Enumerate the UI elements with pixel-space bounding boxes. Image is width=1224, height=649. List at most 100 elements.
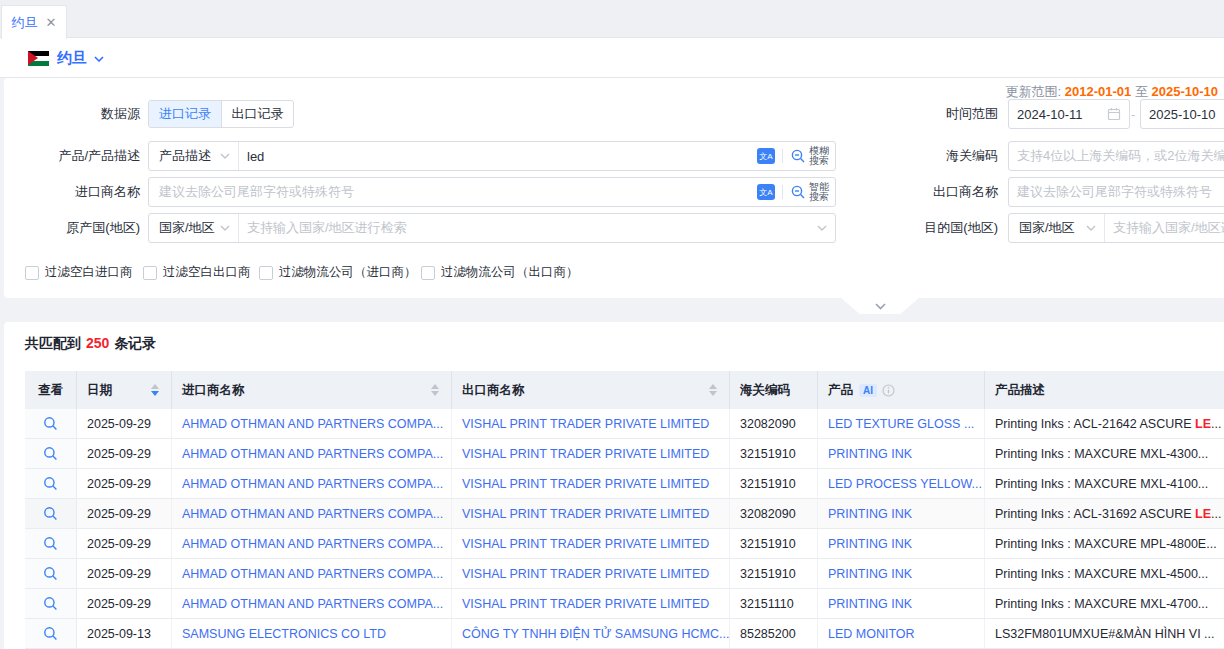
view-button[interactable]: [25, 439, 77, 468]
product-link[interactable]: LED PROCESS YELLOW...: [828, 477, 982, 491]
view-magnifier-icon[interactable]: [43, 416, 58, 431]
view-magnifier-icon[interactable]: [43, 536, 58, 551]
importer-link[interactable]: AHMAD OTHMAN AND PARTNERS COMPA...: [182, 597, 443, 611]
product-link[interactable]: PRINTING INK: [828, 507, 912, 521]
filter-logistics-importer-checkbox[interactable]: 过滤物流公司（进口商）: [259, 264, 417, 281]
exporter-link[interactable]: VISHAL PRINT TRADER PRIVATE LIMITED: [462, 507, 709, 521]
view-button[interactable]: [25, 589, 77, 618]
start-date-value: 2024-10-11: [1017, 107, 1083, 122]
exporter-cell: VISHAL PRINT TRADER PRIVATE LIMITED: [452, 409, 730, 438]
importer-cell: AHMAD OTHMAN AND PARTNERS COMPA...: [172, 439, 452, 468]
translate-icon[interactable]: 文A: [757, 148, 775, 164]
origin-search-input[interactable]: 支持输入国家/地区进行检索: [239, 219, 811, 237]
tab-close-icon[interactable]: ✕: [46, 16, 57, 29]
translate-icon[interactable]: 文A: [757, 184, 775, 200]
calendar-icon: [1107, 107, 1121, 121]
destination-country-select[interactable]: 国家/地区: [1009, 214, 1105, 242]
product-type-select[interactable]: 产品描述: [149, 142, 239, 170]
hs-code-cell: 32151910: [730, 439, 818, 468]
exporter-link[interactable]: VISHAL PRINT TRADER PRIVATE LIMITED: [462, 417, 709, 431]
export-records-button[interactable]: 出口记录: [221, 101, 293, 127]
fuzzy-search-icon[interactable]: [790, 148, 806, 164]
column-header-exporter[interactable]: 出口商名称: [452, 371, 730, 409]
import-records-button[interactable]: 进口记录: [149, 101, 221, 127]
update-range-label: 更新范围:: [1006, 84, 1062, 99]
column-header-hs-code: 海关编码: [730, 371, 818, 409]
origin-country-select[interactable]: 国家/地区: [149, 214, 239, 242]
filter-blank-exporter-checkbox[interactable]: 过滤空白出口商: [143, 264, 251, 281]
exporter-link[interactable]: CÔNG TY TNHH ĐIỆN TỬ SAMSUNG HCMC...: [462, 627, 729, 641]
origin-label: 原产国(地区): [4, 219, 140, 237]
chevron-down-icon[interactable]: [94, 56, 104, 62]
view-magnifier-icon[interactable]: [43, 476, 58, 491]
product-type-value: 产品描述: [159, 147, 211, 165]
view-magnifier-icon[interactable]: [43, 446, 58, 461]
description-cell: Printing Inks : MAXCURE MXL-4700...: [985, 589, 1224, 618]
exporter-link[interactable]: VISHAL PRINT TRADER PRIVATE LIMITED: [462, 597, 709, 611]
info-icon[interactable]: [882, 384, 895, 397]
fuzzy-search-button[interactable]: 模糊搜索: [809, 146, 829, 166]
product-link[interactable]: PRINTING INK: [828, 447, 912, 461]
tab-jordan[interactable]: 约旦 ✕: [1, 5, 67, 39]
view-button[interactable]: [25, 409, 77, 438]
hs-code-cell: 32151110: [730, 589, 818, 618]
sort-icons[interactable]: [151, 384, 161, 396]
exporter-link[interactable]: VISHAL PRINT TRADER PRIVATE LIMITED: [462, 567, 709, 581]
product-cell: LED MONITOR: [818, 619, 985, 648]
view-magnifier-icon[interactable]: [43, 626, 58, 641]
destination-search-input[interactable]: 支持输入国家/地区进行检索: [1105, 219, 1224, 237]
view-button[interactable]: [25, 499, 77, 528]
exporter-cell: VISHAL PRINT TRADER PRIVATE LIMITED: [452, 559, 730, 588]
highlight-text: LE: [1195, 507, 1211, 521]
table-row: 2025-09-29AHMAD OTHMAN AND PARTNERS COMP…: [25, 439, 1224, 469]
filter-blank-importer-checkbox[interactable]: 过滤空白进口商: [25, 264, 133, 281]
product-link[interactable]: LED MONITOR: [828, 627, 915, 641]
importer-link[interactable]: AHMAD OTHMAN AND PARTNERS COMPA...: [182, 567, 443, 581]
product-cell: LED TEXTURE GLOSS ...: [818, 409, 985, 438]
product-link[interactable]: PRINTING INK: [828, 597, 912, 611]
product-link[interactable]: LED TEXTURE GLOSS ...: [828, 417, 974, 431]
importer-input[interactable]: 建议去除公司尾部字符或特殊符号: [149, 183, 757, 201]
table-row: 2025-09-13SAMSUNG ELECTRONICS CO LTDCÔNG…: [25, 619, 1224, 649]
hs-code-cell: 32082090: [730, 409, 818, 438]
start-date-input[interactable]: 2024-10-11: [1008, 99, 1130, 129]
view-magnifier-icon[interactable]: [43, 566, 58, 581]
product-search-input[interactable]: led: [239, 149, 757, 164]
importer-link[interactable]: AHMAD OTHMAN AND PARTNERS COMPA...: [182, 417, 443, 431]
exporter-input[interactable]: 建议去除公司尾部字符或特殊符号: [1008, 177, 1224, 207]
filter-logistics-exporter-checkbox[interactable]: 过滤物流公司（出口商）: [421, 264, 579, 281]
chevron-down-icon: [220, 153, 230, 159]
product-search-group: 产品描述 led 文A 模糊搜索: [148, 141, 836, 171]
smart-search-button[interactable]: 智能搜索: [809, 182, 829, 202]
importer-link[interactable]: AHMAD OTHMAN AND PARTNERS COMPA...: [182, 537, 443, 551]
collapse-panel-button[interactable]: [841, 298, 919, 314]
data-source-label: 数据源: [4, 105, 140, 123]
country-name[interactable]: 约旦: [57, 49, 87, 68]
column-header-importer[interactable]: 进口商名称: [172, 371, 452, 409]
importer-label: 进口商名称: [4, 183, 140, 201]
product-link[interactable]: PRINTING INK: [828, 537, 912, 551]
importer-cell: AHMAD OTHMAN AND PARTNERS COMPA...: [172, 529, 452, 558]
view-button[interactable]: [25, 559, 77, 588]
importer-link[interactable]: SAMSUNG ELECTRONICS CO LTD: [182, 627, 386, 641]
view-button[interactable]: [25, 619, 77, 648]
product-link[interactable]: PRINTING INK: [828, 567, 912, 581]
column-label: 出口商名称: [462, 382, 525, 399]
date-cell: 2025-09-29: [77, 499, 172, 528]
sort-icons[interactable]: [431, 384, 441, 396]
end-date-input[interactable]: 2025-10-10: [1140, 99, 1224, 129]
view-button[interactable]: [25, 469, 77, 498]
importer-link[interactable]: AHMAD OTHMAN AND PARTNERS COMPA...: [182, 447, 443, 461]
exporter-link[interactable]: VISHAL PRINT TRADER PRIVATE LIMITED: [462, 537, 709, 551]
column-header-date[interactable]: 日期: [77, 371, 172, 409]
hs-code-input[interactable]: 支持4位以上海关编码，或2位海关编码加...: [1008, 141, 1224, 171]
importer-link[interactable]: AHMAD OTHMAN AND PARTNERS COMPA...: [182, 507, 443, 521]
exporter-link[interactable]: VISHAL PRINT TRADER PRIVATE LIMITED: [462, 477, 709, 491]
sort-icons[interactable]: [709, 384, 719, 396]
smart-search-icon[interactable]: [790, 184, 806, 200]
view-magnifier-icon[interactable]: [43, 506, 58, 521]
exporter-link[interactable]: VISHAL PRINT TRADER PRIVATE LIMITED: [462, 447, 709, 461]
view-button[interactable]: [25, 529, 77, 558]
view-magnifier-icon[interactable]: [43, 596, 58, 611]
importer-link[interactable]: AHMAD OTHMAN AND PARTNERS COMPA...: [182, 477, 443, 491]
